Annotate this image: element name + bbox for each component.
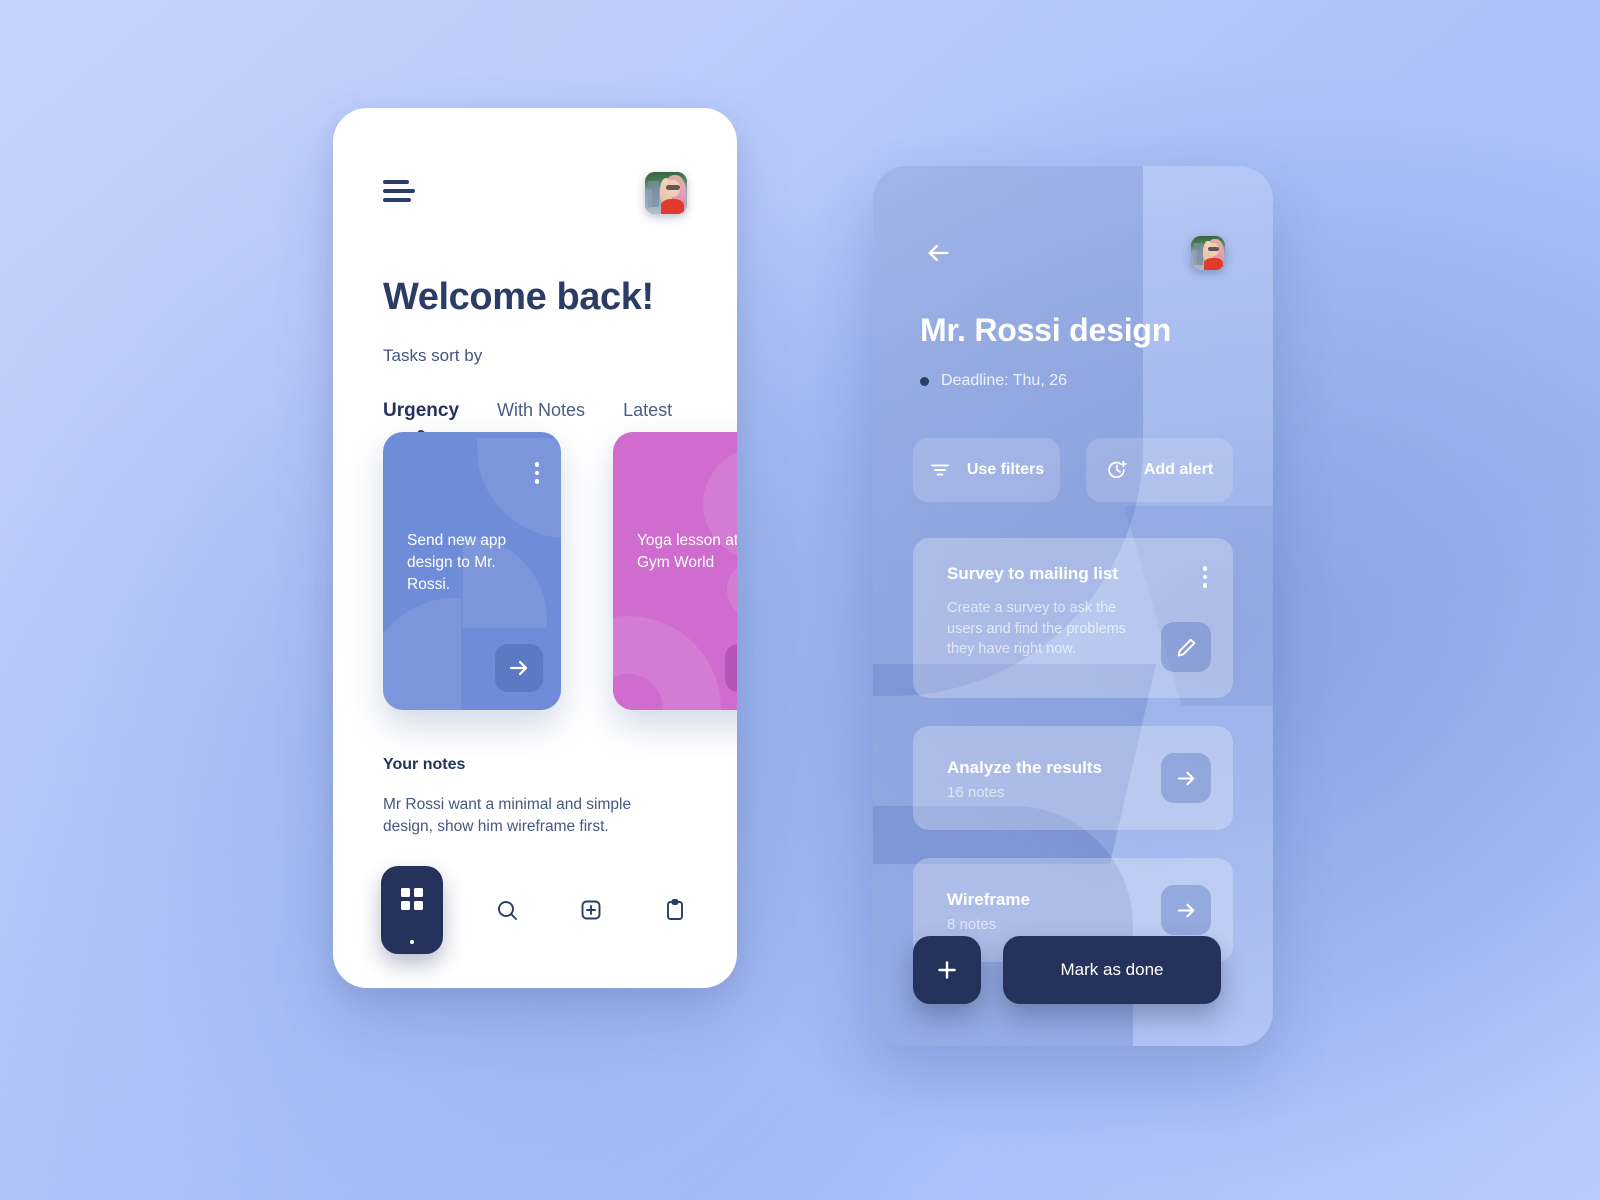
avatar-building (1192, 249, 1197, 266)
avatar-glasses (665, 185, 680, 191)
detail-title: Mr. Rossi design (920, 312, 1172, 348)
hamburger-line (383, 180, 409, 184)
notes-body: Mr Rossi want a minimal and simple desig… (383, 796, 632, 835)
dot (534, 470, 539, 475)
task-card[interactable]: Send new app design to Mr. Rossi. (383, 432, 561, 710)
avatar[interactable] (645, 172, 687, 214)
task-card-title: Yoga lesson at Gym World (637, 532, 737, 571)
dot (534, 462, 539, 467)
avatar-shirt (660, 198, 685, 214)
deadline-row: Deadline: Thu, 26 (920, 372, 1067, 390)
arrow-right-icon (509, 660, 528, 676)
grid-cell (401, 888, 410, 897)
home-topbar (383, 172, 687, 214)
hamburger-line (383, 198, 411, 202)
task-card-open-button[interactable] (725, 644, 737, 692)
detail-footer: Mark as done (913, 936, 1221, 1004)
add-alert-label: Add alert (1143, 461, 1214, 478)
detail-actions: Use filters Add alert (913, 438, 1233, 502)
use-filters-button[interactable]: Use filters (913, 438, 1060, 502)
search-icon (498, 901, 517, 920)
detail-task-list: Survey to mailing list Create a survey t… (913, 538, 1233, 962)
hamburger-line (383, 189, 415, 193)
mark-as-done-label: Mark as done (1060, 960, 1164, 979)
clock-plus-icon (1108, 460, 1127, 479)
notes-heading: Your notes (383, 756, 466, 773)
detail-task-text: Wireframe 8 notes (947, 890, 1030, 933)
nav-item-clipboard[interactable] (655, 890, 695, 930)
hamburger-menu-icon[interactable] (383, 180, 415, 202)
detail-task-meta: 8 notes (947, 915, 997, 933)
grid-cell (414, 888, 423, 897)
task-card-list: Send new app design to Mr. Rossi. Yoga l… (383, 432, 737, 710)
sort-label: Tasks sort by (383, 346, 483, 365)
back-button[interactable] (921, 236, 955, 270)
detail-content: Mr. Rossi design Deadline: Thu, 26 Use f… (873, 166, 1273, 1046)
avatar-image (1191, 236, 1225, 270)
arrow-right-icon (1177, 903, 1194, 917)
plus-icon (938, 961, 956, 979)
filter-icon (931, 464, 949, 476)
dot (1202, 574, 1207, 579)
deadline-text: Deadline: Thu, 26 (941, 372, 1068, 389)
add-alert-button[interactable]: Add alert (1086, 438, 1233, 502)
more-vertical-icon[interactable] (1202, 566, 1207, 588)
avatar-shirt (1203, 257, 1223, 270)
detail-task-title: Wireframe (947, 889, 1030, 909)
more-vertical-icon[interactable] (534, 462, 539, 484)
detail-task-title: Survey to mailing list (947, 564, 1118, 583)
avatar-building (646, 188, 653, 209)
dot (1202, 566, 1207, 571)
avatar-glasses (1207, 246, 1220, 251)
task-card-title: Send new app design to Mr. Rossi. (407, 532, 507, 593)
arrow-left-icon (928, 244, 949, 262)
avatar[interactable] (1191, 236, 1225, 270)
task-card-open-button[interactable] (495, 644, 543, 692)
home-screen-phone: Welcome back! Tasks sort by Urgency With… (333, 108, 737, 988)
detail-task-card[interactable]: Analyze the results 16 notes (913, 726, 1233, 830)
grid-cell (414, 901, 423, 910)
decorative-ring (613, 616, 721, 710)
decorative-petal (477, 438, 561, 538)
detail-task-meta: 16 notes (947, 783, 1005, 801)
grid-cell (401, 901, 410, 910)
bottom-nav (381, 866, 697, 968)
pencil-icon (1177, 638, 1195, 656)
add-task-button[interactable] (913, 936, 981, 1004)
mark-as-done-button[interactable]: Mark as done (1003, 936, 1221, 1004)
arrow-right-icon (1177, 771, 1194, 785)
task-card[interactable]: Yoga lesson at Gym World (613, 432, 737, 710)
edit-task-button[interactable] (1161, 622, 1211, 672)
open-task-button[interactable] (1161, 753, 1211, 803)
detail-screen-phone: Mr. Rossi design Deadline: Thu, 26 Use f… (873, 166, 1273, 1046)
grid-icon (401, 888, 423, 910)
plus-square-icon (581, 900, 601, 920)
dot (1202, 583, 1207, 588)
use-filters-label: Use filters (966, 461, 1045, 478)
nav-active-indicator (410, 940, 414, 944)
detail-task-card[interactable]: Survey to mailing list Create a survey t… (913, 538, 1233, 698)
detail-task-text: Analyze the results 16 notes (947, 758, 1102, 801)
bullet-icon (920, 376, 929, 386)
detail-task-title: Analyze the results (947, 757, 1102, 777)
nav-item-search[interactable] (487, 890, 527, 930)
decorative-petal (383, 598, 461, 710)
detail-task-description: Create a survey to ask the users and fin… (947, 600, 1126, 658)
page-title: Welcome back! (383, 276, 654, 318)
clipboard-icon (667, 899, 683, 920)
open-task-button[interactable] (1161, 885, 1211, 935)
nav-item-add[interactable] (571, 890, 611, 930)
nav-item-grid[interactable] (381, 866, 443, 954)
dot (534, 479, 539, 484)
